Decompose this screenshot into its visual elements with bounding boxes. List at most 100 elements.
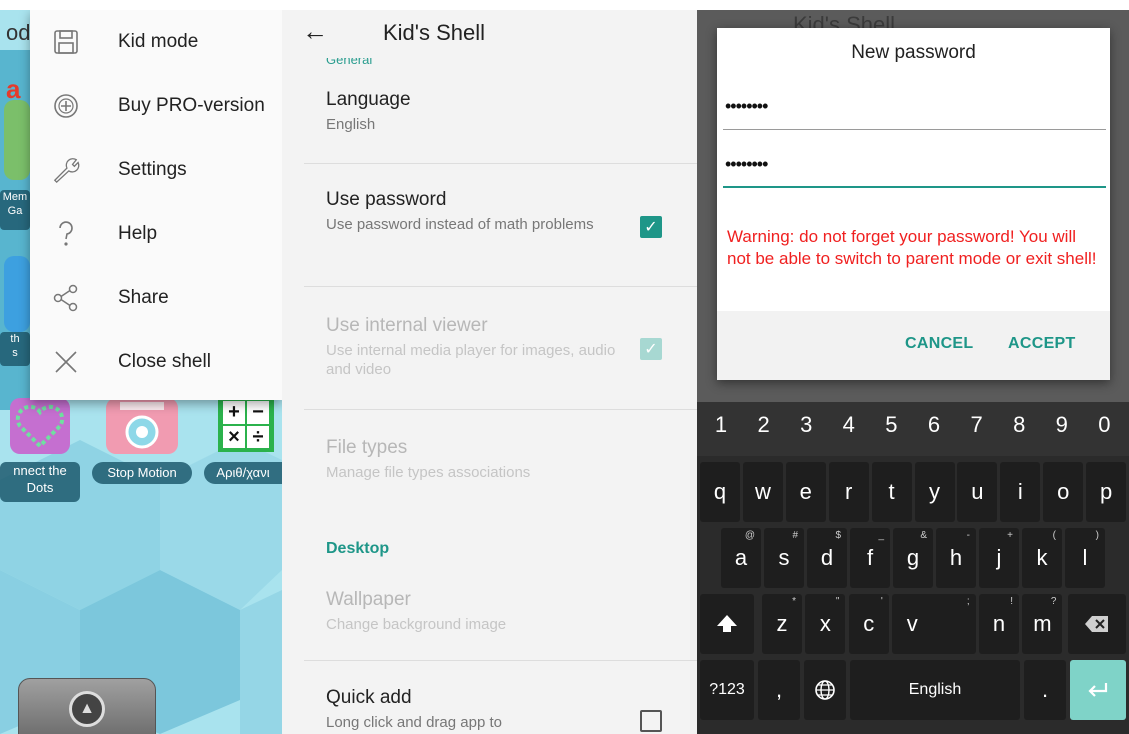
pref-language[interactable]: Language English <box>326 88 666 134</box>
menu-item-buy-pro[interactable]: Buy PRO-version <box>30 74 282 138</box>
math-tile-partial[interactable] <box>4 256 30 332</box>
cancel-button[interactable]: CANCEL <box>905 335 973 353</box>
key-h[interactable]: h- <box>936 528 976 588</box>
number-key-5[interactable]: 5 <box>871 412 911 438</box>
key-n[interactable]: n! <box>979 594 1019 654</box>
pref-quick-add[interactable]: Quick add Long click and drag app to <box>326 686 616 732</box>
menu-label: Kid mode <box>118 31 199 52</box>
menu-item-settings[interactable]: Settings <box>30 138 282 202</box>
number-key-0[interactable]: 0 <box>1084 412 1124 438</box>
memory-game-tile[interactable] <box>4 100 30 180</box>
key-hint: @ <box>744 530 755 541</box>
key-f[interactable]: f _ <box>850 528 890 588</box>
pref-title: Use internal viewer <box>326 315 488 336</box>
number-key-2[interactable]: 2 <box>744 412 784 438</box>
backspace-key[interactable] <box>1068 594 1126 654</box>
key-label: v <box>906 611 918 636</box>
key-c[interactable]: c ' <box>848 594 889 654</box>
new-password-dialog: New password •••••••• •••••••• Warning: … <box>717 28 1110 380</box>
internal-viewer-checkbox: ✓ <box>640 338 662 360</box>
enter-key[interactable] <box>1070 660 1126 720</box>
key-j[interactable]: j + <box>979 528 1019 588</box>
globe-key[interactable] <box>804 660 846 720</box>
section-header-desktop: Desktop <box>326 540 390 557</box>
key-x[interactable]: x " <box>805 594 846 654</box>
settings-appbar: ← Kid's Shell <box>282 10 697 58</box>
header-fragment: od <box>6 20 31 45</box>
key-o[interactable]: o <box>1043 462 1084 522</box>
backspace-icon <box>1085 616 1108 632</box>
key-w[interactable]: w <box>742 462 783 522</box>
math-operators-tile[interactable]: + − × ÷ <box>218 396 274 452</box>
key-t[interactable]: t <box>871 462 912 522</box>
pref-title: Wallpaper <box>326 589 411 610</box>
dock-home-button[interactable]: ▲ <box>69 691 105 727</box>
use-password-checkbox[interactable]: ✓ <box>640 216 662 238</box>
math-label-partial: th s <box>0 332 30 366</box>
number-key-7[interactable]: 7 <box>957 412 997 438</box>
comma-key[interactable]: , <box>758 660 800 720</box>
number-key-9[interactable]: 9 <box>1042 412 1082 438</box>
quick-add-checkbox[interactable] <box>640 710 662 732</box>
pref-title: Use password <box>326 189 447 210</box>
key-m[interactable]: m? <box>1022 594 1063 654</box>
globe-icon <box>815 680 835 700</box>
number-key-8[interactable]: 8 <box>999 412 1039 438</box>
pref-title: Language <box>326 89 411 110</box>
menu-item-kid-mode[interactable]: Kid mode <box>30 10 282 74</box>
key-s[interactable]: s # <box>764 528 804 588</box>
key-label: d <box>820 545 834 570</box>
key-i[interactable]: i <box>1000 462 1041 522</box>
menu-item-close-shell[interactable]: Close shell <box>30 330 282 394</box>
key-d[interactable]: d $ <box>807 528 847 588</box>
menu-item-help[interactable]: Help <box>30 202 282 266</box>
pref-summary: Use password instead of math problems <box>326 216 594 233</box>
key-l[interactable]: l) <box>1065 528 1105 588</box>
shift-arrow-icon <box>717 615 737 632</box>
number-key-1[interactable]: 1 <box>701 412 741 438</box>
key-q[interactable]: q <box>700 462 740 522</box>
menu-label: Share <box>118 287 169 308</box>
number-key-3[interactable]: 3 <box>786 412 826 438</box>
accept-button[interactable]: ACCEPT <box>1008 335 1076 353</box>
key-hint: - <box>966 530 970 541</box>
number-key-4[interactable]: 4 <box>829 412 869 438</box>
pref-internal-viewer: Use internal viewer Use internal media p… <box>326 314 616 379</box>
key-u[interactable]: u <box>957 462 998 522</box>
connect-dots-label: nnect the Dots <box>0 462 80 502</box>
settings-panel: General ← Kid's Shell Language English U… <box>282 10 697 734</box>
key-k[interactable]: k( <box>1022 528 1062 588</box>
menu-label: Buy PRO-version <box>118 95 265 116</box>
key-g[interactable]: g & <box>893 528 933 588</box>
key-label: c <box>863 611 875 636</box>
symbols-key[interactable]: ?123 <box>700 660 754 720</box>
menu-label: Close shell <box>118 351 211 372</box>
warning-message: Warning: do not forget your password! Yo… <box>727 227 1097 268</box>
number-row: 1234567890 <box>697 402 1129 456</box>
soft-keyboard: 1234567890 qwertyuiop a @ s # d $ f _ g & h - j + k(l)… <box>697 402 1129 734</box>
period-key[interactable]: . <box>1024 660 1066 720</box>
number-key-6[interactable]: 6 <box>914 412 954 438</box>
key-r[interactable]: r <box>828 462 869 522</box>
back-arrow-icon[interactable]: ← <box>302 16 328 47</box>
pref-use-password[interactable]: Use password Use password instead of mat… <box>326 188 616 234</box>
close-x-icon <box>52 348 80 376</box>
space-bar[interactable]: English <box>850 660 1020 720</box>
key-e[interactable]: e <box>785 462 826 522</box>
menu-label: Settings <box>118 159 187 180</box>
menu-item-share[interactable]: Share <box>30 266 282 330</box>
key-p[interactable]: p <box>1086 462 1127 522</box>
connect-dots-tile[interactable] <box>10 398 70 454</box>
key-a[interactable]: a @ <box>721 528 761 588</box>
key-y[interactable]: y <box>914 462 955 522</box>
confirm-password-field[interactable]: •••••••• <box>723 148 1106 188</box>
wrench-icon <box>52 156 80 184</box>
password-field[interactable]: •••••••• <box>723 90 1106 130</box>
pref-summary: Change background image <box>326 616 507 633</box>
greek-app-label: Αριθ/χανι <box>204 462 282 484</box>
key-label: f <box>866 545 874 570</box>
shift-key[interactable] <box>700 594 754 654</box>
key-hint: $ <box>835 530 841 541</box>
stop-motion-tile[interactable] <box>106 398 178 454</box>
key-z[interactable]: z * <box>762 594 802 654</box>
